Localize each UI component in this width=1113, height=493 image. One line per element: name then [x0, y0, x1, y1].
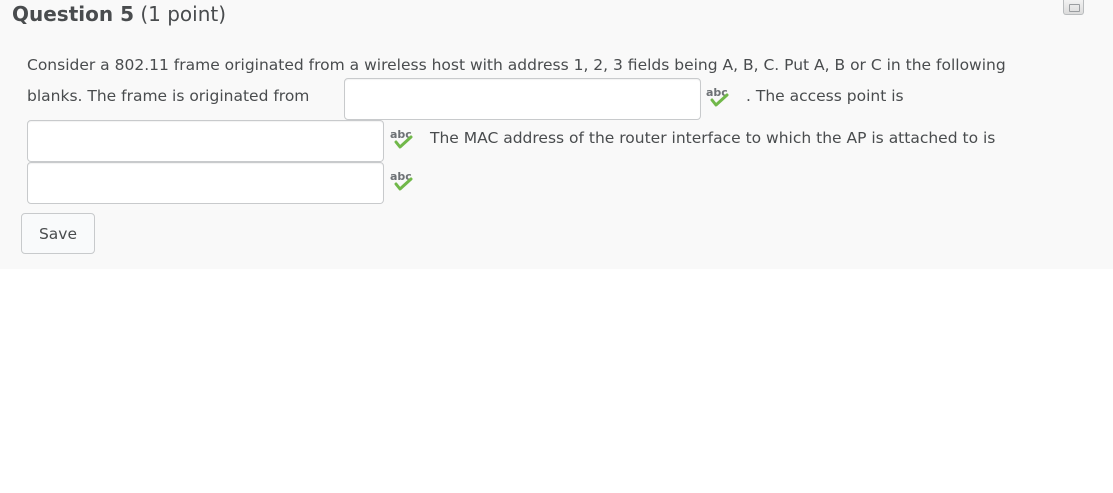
- blank-2-input[interactable]: [27, 120, 384, 162]
- question-text-after-blank-2: The MAC address of the router interface …: [430, 129, 996, 147]
- spellcheck-icon[interactable]: abc: [705, 84, 733, 110]
- flag-question-icon[interactable]: [1063, 0, 1084, 15]
- question-points: (1 point): [140, 2, 227, 26]
- blank-3-input[interactable]: [27, 162, 384, 204]
- save-button[interactable]: Save: [21, 213, 95, 254]
- question-number: Question 5: [12, 2, 134, 26]
- blank-1-input[interactable]: [344, 78, 701, 120]
- spellcheck-icon[interactable]: abc: [389, 168, 417, 194]
- question-title: Question 5 (1 point): [12, 1, 226, 27]
- spellcheck-icon[interactable]: abc: [389, 126, 417, 152]
- question-text-after-blank-1: . The access point is: [746, 87, 904, 105]
- question-text-line-1: Consider a 802.11 frame originated from …: [27, 56, 1006, 74]
- question-panel: Question 5 (1 point) Consider a 802.11 f…: [0, 0, 1113, 269]
- question-text-line-2: blanks. The frame is originated from: [27, 87, 310, 105]
